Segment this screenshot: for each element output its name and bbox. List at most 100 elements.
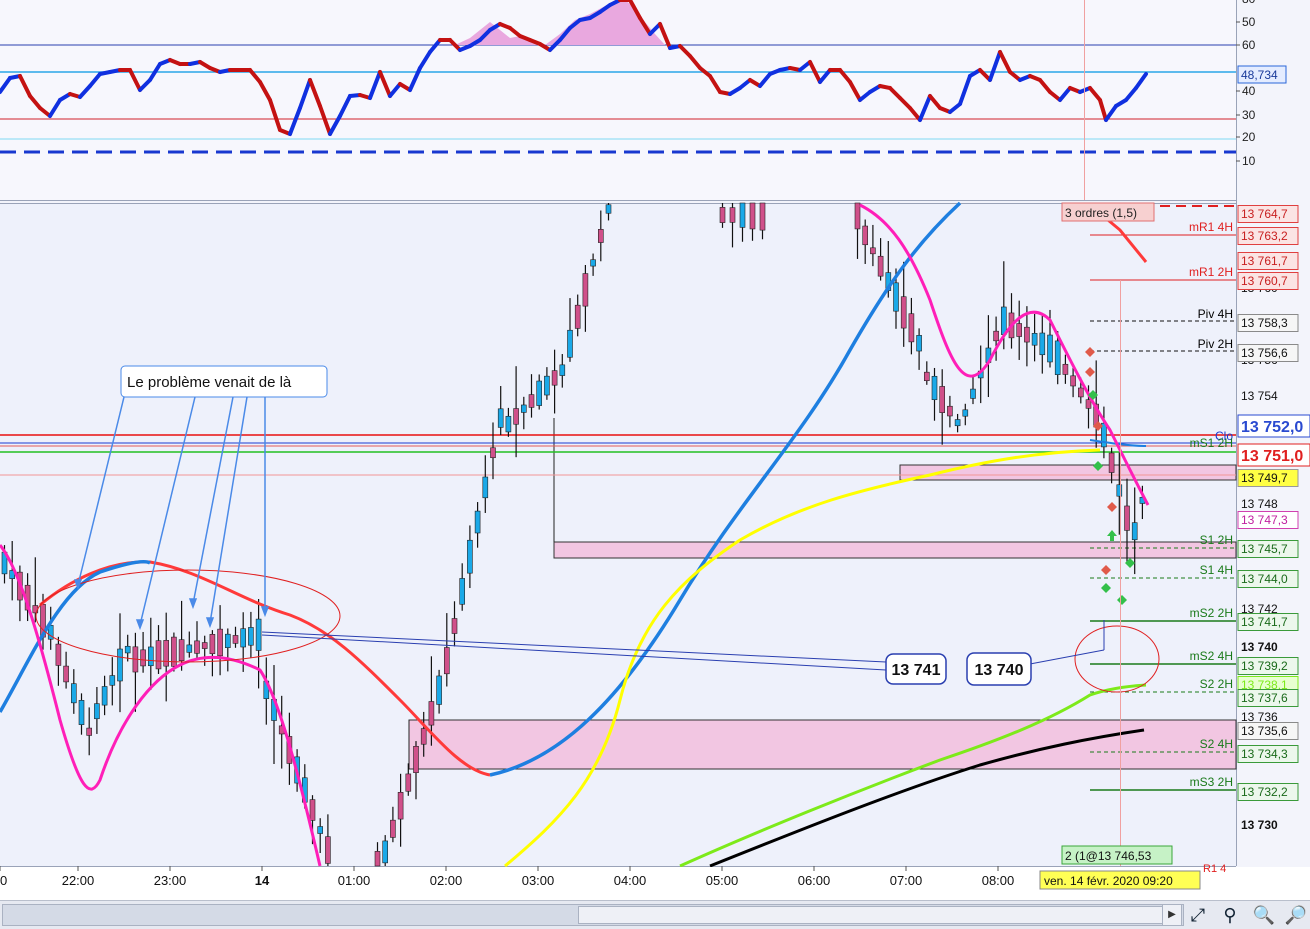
svg-text:13 752,0: 13 752,0 [1241,419,1303,436]
candle-body [117,648,123,682]
price-label: 13 735,6 [1237,722,1299,740]
price-label: 13 732,2 [1237,783,1299,801]
candle-body [597,229,604,243]
candle-body [255,618,262,651]
candle-body [413,746,419,773]
callout-box: Le problème venait de là [120,365,328,398]
candle-body [78,700,85,725]
candle-body [390,819,396,838]
candle-body [893,282,899,312]
candle-body [536,380,543,406]
candle-body [382,840,389,864]
candle-body [1078,387,1084,398]
candle-body [513,408,519,425]
candle-body [962,409,969,417]
candle-body [474,510,481,534]
candle-body [451,618,458,634]
candle-body [528,394,535,408]
candle-body [877,255,884,277]
candle-body [729,207,736,223]
price-label: 13 760,7 [1237,272,1299,290]
level-box-13740: 13 740 [966,652,1032,686]
price-label: 13 741,7 [1237,613,1299,631]
candle-body [567,329,573,358]
candle-body [1047,334,1053,363]
candle-body [248,627,254,646]
time-tick: 06:00 [798,873,831,888]
candle-body [374,851,381,867]
svg-text:13 751,0: 13 751,0 [1241,448,1303,465]
orders-label: 3 ordres (1,5) [1061,202,1155,222]
rsi-tick: 20 [1242,130,1256,144]
price-label: 13 747,3 [1237,511,1299,529]
svg-text:13 744,0: 13 744,0 [1241,572,1288,586]
candle-body [1000,306,1007,335]
price-label: 13 763,2 [1237,227,1299,245]
candle-body [443,647,450,675]
price-label: 13 752,0 [1237,414,1310,438]
candle-body [163,640,169,667]
candle-body [459,578,466,605]
auto-scale-icon[interactable]: ⤢ [1186,903,1210,927]
svg-text:13 740: 13 740 [975,662,1024,679]
zoom-out-icon[interactable]: 🔍 [1252,903,1276,927]
candle-body [309,799,316,821]
svg-text:mS1 2H: mS1 2H [1190,436,1233,450]
time-tick: 0 [0,873,7,888]
svg-text:ven. 14 févr. 2020 09:20: ven. 14 févr. 2020 09:20 [1044,874,1173,888]
candle-body [482,476,489,499]
candle-body [759,202,766,231]
scroll-track[interactable] [2,904,1184,926]
candle-body [1124,505,1130,531]
price-label: 13 739,2 [1237,657,1299,675]
rsi-tick: 50 [1242,15,1256,29]
zoom-in-icon[interactable]: 🔎 [1284,903,1308,927]
candle-body [520,404,527,413]
candle-body [1031,333,1038,346]
svg-text:13 761,7: 13 761,7 [1241,254,1288,268]
partial-level-label: R1 4 [1203,863,1226,875]
candle-body [71,683,77,704]
candle-body [405,773,412,792]
candle-body [148,646,154,667]
candle-body [101,686,108,706]
candle-body [1062,363,1069,375]
candle-body [574,304,581,329]
candle-body [947,405,953,417]
price-label: 13 756,6 [1237,344,1299,362]
candle-body [1016,323,1023,337]
price-label: 13 744,0 [1237,570,1299,588]
candle-body [939,386,946,413]
rsi-tick: 30 [1242,108,1256,122]
candle-body [178,639,185,661]
svg-text:S1 2H: S1 2H [1200,533,1233,547]
price-tick: 13 754 [1241,389,1278,403]
svg-text:13 760,7: 13 760,7 [1241,274,1288,288]
time-tick: 04:00 [614,873,647,888]
time-tick: 22:00 [62,873,95,888]
candle-body [1039,332,1046,356]
scroll-thumb[interactable] [578,906,1165,924]
svg-text:13 758,3: 13 758,3 [1241,316,1288,330]
scroll-right-button[interactable]: ▶ [1162,904,1182,926]
candle-body [916,335,922,352]
cursor-time-label: ven. 14 févr. 2020 09:20 [1039,870,1201,890]
svg-text:S2 2H: S2 2H [1200,677,1233,691]
svg-text:Le problème venait de là: Le problème venait de là [127,374,292,391]
svg-text:13 747,3: 13 747,3 [1241,513,1288,527]
zoom-fit-icon[interactable]: ⚲ [1218,903,1242,927]
rsi-tick: 40 [1242,84,1256,98]
candle-body [232,635,239,644]
price-label: 13 751,0 [1237,443,1310,467]
candle-body [201,642,208,649]
candle-body [862,225,869,246]
candle-body [739,202,746,228]
candle-body [900,296,907,329]
candle-body [559,364,566,376]
svg-text:mR1 4H: mR1 4H [1189,220,1233,234]
time-tick: 23:00 [154,873,187,888]
price-label: 13 745,7 [1237,540,1299,558]
horizontal-scrollbar[interactable]: ▶ ⤢ ⚲ 🔍 🔎 [0,900,1310,929]
time-tick: 08:00 [982,873,1015,888]
candle-body [225,633,231,648]
